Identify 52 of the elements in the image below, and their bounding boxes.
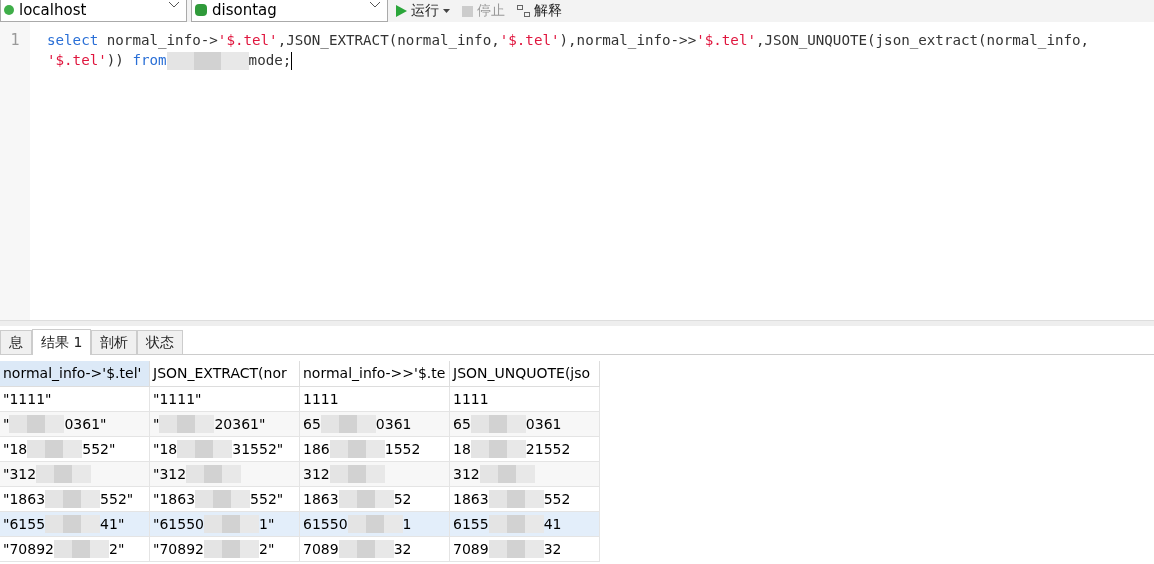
connection-name: localhost xyxy=(19,1,88,19)
line-number: 1 xyxy=(10,31,20,49)
table-cell: 1111 xyxy=(300,387,450,412)
table-cell: 18 21552 xyxy=(450,437,600,462)
table-cell: 61550 1 xyxy=(300,512,450,537)
column-header[interactable]: JSON_EXTRACT(nor xyxy=(150,361,300,387)
table-cell: "312 xyxy=(0,462,150,487)
table-cell: " 0361" xyxy=(0,412,150,437)
table-cell: 186 1552 xyxy=(300,437,450,462)
table-cell: 6155 41 xyxy=(450,512,600,537)
stop-icon xyxy=(462,5,473,17)
result-tab[interactable]: 状态 xyxy=(137,330,184,354)
result-tab[interactable]: 剖析 xyxy=(91,330,138,354)
table-cell: "70892 2" xyxy=(150,537,300,562)
table-cell: "18 31552" xyxy=(150,437,300,462)
table-cell: "61550 1" xyxy=(150,512,300,537)
result-tab[interactable]: 息 xyxy=(0,330,32,354)
column-header[interactable]: normal_info->'$.tel' xyxy=(0,361,150,387)
table-cell: 312 xyxy=(300,462,450,487)
table-cell: "312 xyxy=(150,462,300,487)
table-cell: 312 xyxy=(450,462,600,487)
play-icon xyxy=(396,5,407,17)
table-cell: 65 0361 xyxy=(300,412,450,437)
table-cell: "1863 552" xyxy=(0,487,150,512)
column-header[interactable]: normal_info->>'$.te xyxy=(300,361,450,387)
run-button[interactable]: 运行 xyxy=(392,2,454,20)
chevron-icon xyxy=(168,1,180,9)
connection-dropdown[interactable]: localhost xyxy=(0,0,187,22)
table-cell: "70892 2" xyxy=(0,537,150,562)
table-cell: 7089 32 xyxy=(450,537,600,562)
table-cell: 1863 52 xyxy=(300,487,450,512)
table-cell: "6155 41" xyxy=(0,512,150,537)
table-cell: "1863 552" xyxy=(150,487,300,512)
table-cell: 7089 32 xyxy=(300,537,450,562)
caret-icon xyxy=(443,9,450,13)
table-cell: 65 0361 xyxy=(450,412,600,437)
column-header[interactable]: JSON_UNQUOTE(jso xyxy=(450,361,600,387)
database-name: disontag xyxy=(212,1,278,19)
result-tab[interactable]: 结果 1 xyxy=(32,329,92,355)
database-icon xyxy=(194,3,208,17)
table-cell: 1863 552 xyxy=(450,487,600,512)
table-cell: "1111" xyxy=(0,387,150,412)
diagram-icon xyxy=(517,5,530,17)
connection-icon xyxy=(3,4,15,16)
sql-code: select normal_info->'$.tel',JSON_EXTRACT(normal_info,'$.tel'),normal_info->>'$.tel',JSON_UNQUOTE(json_extract(normal_info, '$.tel')) from mode; xyxy=(46,31,1090,72)
table-cell: "18 552" xyxy=(0,437,150,462)
database-dropdown[interactable]: disontag xyxy=(191,0,388,22)
explain-button[interactable]: 解释 xyxy=(513,2,566,20)
chevron-icon xyxy=(369,1,381,9)
table-cell: " 20361" xyxy=(150,412,300,437)
table-cell: "1111" xyxy=(150,387,300,412)
table-cell: 1111 xyxy=(450,387,600,412)
